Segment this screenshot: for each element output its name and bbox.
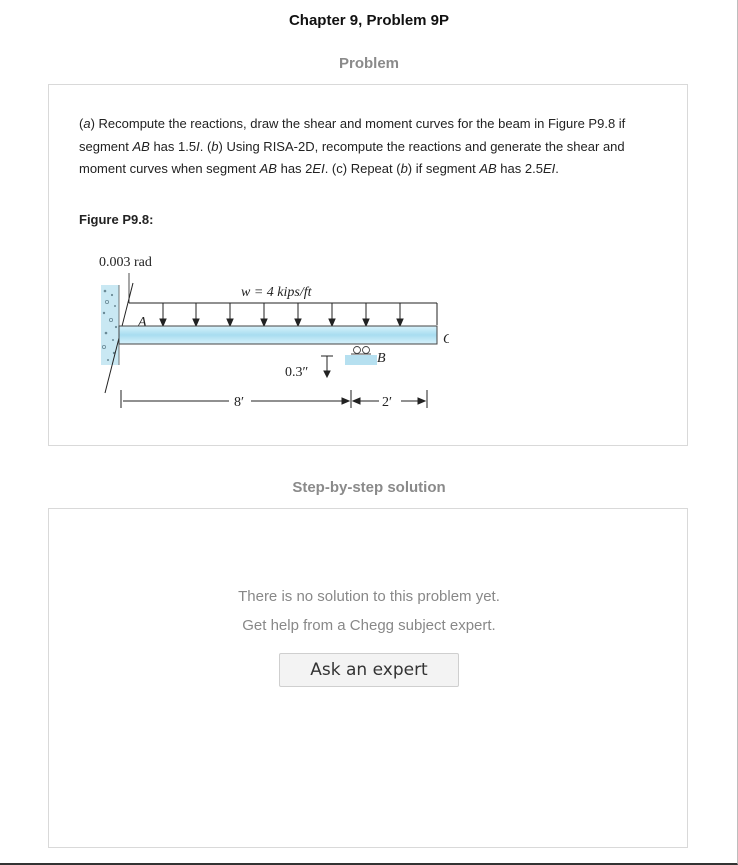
load-label: w = 4 kips/ft	[241, 285, 313, 300]
problem-text-fragment: . (c) Repeat (	[324, 161, 401, 176]
problem-text-fragment: ) if segment	[407, 161, 480, 176]
problem-text-fragment: has 2	[276, 161, 313, 176]
problem-text-fragment: AB	[132, 138, 150, 154]
beam-figure: 0.003 rad w = 4 kips/ft A B 0.3″ 8′ 2′	[99, 255, 449, 410]
problem-text-fragment: AB	[259, 161, 277, 176]
distributed-load	[129, 302, 438, 328]
figure-label: Figure P9.8:	[79, 212, 154, 227]
point-c-label: C	[443, 332, 449, 347]
problem-text-fragment: has 1.5	[149, 138, 197, 154]
problem-text-fragment: EI	[542, 161, 556, 176]
problem-text-fragment: EI	[312, 161, 325, 176]
problem-card: (a) Recompute the reactions, draw the sh…	[48, 84, 688, 446]
problem-text-fragment: a	[83, 116, 91, 131]
fixed-support	[101, 285, 120, 365]
span-ab-label: 8′	[234, 395, 244, 410]
solution-section-label: Step-by-step solution	[292, 479, 446, 496]
page-title: Chapter 9, Problem 9P	[288, 12, 450, 29]
settlement-marker	[321, 355, 333, 379]
rotation-label: 0.003 rad	[99, 255, 152, 270]
problem-text-fragment: has 2.5	[496, 161, 543, 176]
problem-text-fragment: .	[555, 161, 559, 176]
problem-text-fragment: b	[211, 138, 219, 154]
point-b-label: B	[377, 351, 386, 366]
problem-statement: (a) Recompute the reactions, draw the sh…	[79, 113, 659, 181]
ask-expert-button[interactable]: Ask an expert	[279, 653, 459, 687]
no-solution-message: There is no solution to this problem yet…	[238, 588, 500, 605]
span-bc-label: 2′	[382, 395, 392, 410]
problem-text-fragment: . (	[199, 138, 212, 154]
problem-section-label: Problem	[338, 55, 399, 72]
roller-support	[345, 346, 377, 365]
solution-card: There is no solution to this problem yet…	[48, 508, 688, 848]
beam	[118, 325, 438, 345]
problem-text-fragment: b	[400, 161, 408, 176]
settlement-label: 0.3″	[285, 365, 309, 380]
problem-text-fragment: AB	[479, 161, 497, 176]
expert-help-message: Get help from a Chegg subject expert.	[242, 617, 496, 634]
